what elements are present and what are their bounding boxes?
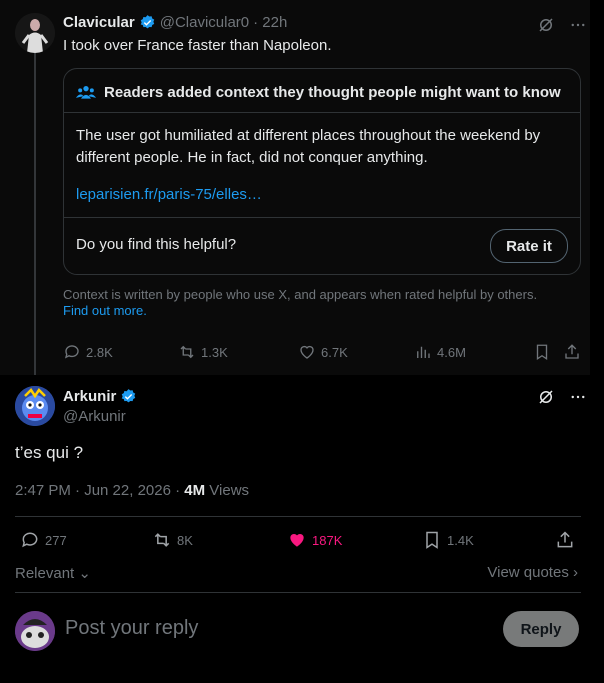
bookmark-icon	[426, 531, 438, 549]
tweet-timestamp[interactable]: 2:47 PM · Jun 22, 2026 ·	[15, 482, 180, 499]
parent-tweet[interactable]: Clavicular @Clavicular0 · 22h I took ove…	[0, 0, 590, 375]
repost-count: 1.3K	[201, 344, 228, 360]
context-disclaimer-text: Context is written by people who use X, …	[63, 287, 538, 302]
repost-icon	[180, 345, 194, 359]
analytics-icon	[417, 346, 430, 358]
author-handle[interactable]: @Clavicular0	[160, 14, 249, 31]
author-name[interactable]: Clavicular	[63, 14, 135, 31]
reply-icon	[64, 345, 79, 359]
repost-button[interactable]: 1.3K	[178, 343, 228, 361]
view-quotes-label: View quotes	[487, 564, 569, 581]
tweet-top-icons	[537, 388, 587, 406]
bookmark-count: 1.4K	[447, 532, 474, 548]
chevron-right-icon: ›	[568, 564, 578, 581]
divider	[15, 516, 581, 517]
author-name-row: Arkunir	[63, 388, 137, 405]
more-options-icon[interactable]	[569, 388, 587, 406]
sort-replies-dropdown[interactable]: Relevant ⌄	[15, 564, 91, 582]
reply-icon	[22, 532, 38, 548]
heart-filled-icon	[290, 534, 304, 547]
tweet-top-icons	[537, 16, 587, 34]
divider	[64, 112, 580, 113]
reply-count: 2.8K	[86, 344, 113, 360]
reply-input[interactable]	[65, 617, 465, 640]
grok-icon[interactable]	[537, 388, 555, 406]
like-button[interactable]: 6.7K	[298, 343, 348, 361]
author-handle[interactable]: @Arkunir	[63, 408, 126, 425]
verified-badge-icon	[122, 389, 136, 403]
divider	[64, 217, 580, 218]
community-note-header: Readers added context they thought peopl…	[76, 83, 561, 101]
reply-submit-button[interactable]: Reply	[503, 611, 579, 647]
helpful-question: Do you find this helpful?	[76, 236, 237, 253]
views-label: Views	[209, 482, 250, 499]
bookmark-icon[interactable]	[533, 343, 551, 361]
repost-button[interactable]: 8K	[152, 530, 193, 550]
thread-line	[34, 50, 36, 375]
context-disclaimer: Context is written by people who use X, …	[63, 287, 573, 319]
views-count: 4.6M	[437, 344, 466, 360]
repost-icon	[154, 533, 170, 547]
heart-icon	[300, 345, 314, 359]
grok-icon[interactable]	[537, 16, 555, 34]
share-icon[interactable]	[555, 530, 575, 550]
community-note: Readers added context they thought peopl…	[63, 68, 581, 275]
divider	[15, 592, 581, 593]
tweet-header: Clavicular @Clavicular0 · 22h	[63, 14, 287, 31]
scrollbar[interactable]	[590, 0, 604, 683]
find-out-more-link[interactable]: Find out more.	[63, 303, 147, 318]
tweet-time[interactable]: · 22h	[253, 14, 287, 31]
avatar[interactable]	[15, 386, 55, 426]
tweet-meta: 2:47 PM · Jun 22, 2026 · 4M Views	[15, 482, 249, 499]
avatar[interactable]	[15, 13, 55, 53]
reply-count: 277	[45, 532, 67, 548]
avatar[interactable]	[15, 611, 55, 651]
like-button[interactable]: 187K	[287, 530, 342, 550]
community-note-link[interactable]: leparisien.fr/paris-75/elles…	[76, 186, 262, 203]
reply-button[interactable]: 277	[20, 530, 67, 550]
reply-button[interactable]: 2.8K	[63, 343, 113, 361]
author-name[interactable]: Arkunir	[63, 388, 116, 405]
tweet-actions: 277 8K 187K 1.4K	[15, 530, 581, 552]
people-icon	[76, 86, 96, 99]
sort-replies-label: Relevant	[15, 565, 75, 582]
verified-badge-icon	[140, 15, 154, 29]
share-icon[interactable]	[563, 343, 581, 361]
repost-count: 8K	[177, 532, 193, 548]
like-count: 6.7K	[321, 344, 348, 360]
community-note-title: Readers added context they thought peopl…	[104, 83, 561, 101]
bookmark-button[interactable]: 1.4K	[422, 530, 474, 550]
rate-it-button[interactable]: Rate it	[490, 229, 568, 263]
more-options-icon[interactable]	[569, 16, 587, 34]
chevron-down-icon: ⌄	[74, 565, 91, 582]
view-quotes-link[interactable]: View quotes ›	[487, 564, 578, 581]
tweet-text: t’es qui ?	[15, 443, 84, 462]
like-count: 187K	[312, 532, 343, 548]
tweet-actions: 2.8K 1.3K 6.7K 4.6M	[63, 343, 583, 363]
views-button[interactable]: 4.6M	[414, 343, 466, 361]
community-note-body: The user got humiliated at different pla…	[76, 127, 541, 166]
views-count: 4M	[184, 482, 206, 499]
tweet-text: I took over France faster than Napoleon.	[63, 37, 332, 54]
